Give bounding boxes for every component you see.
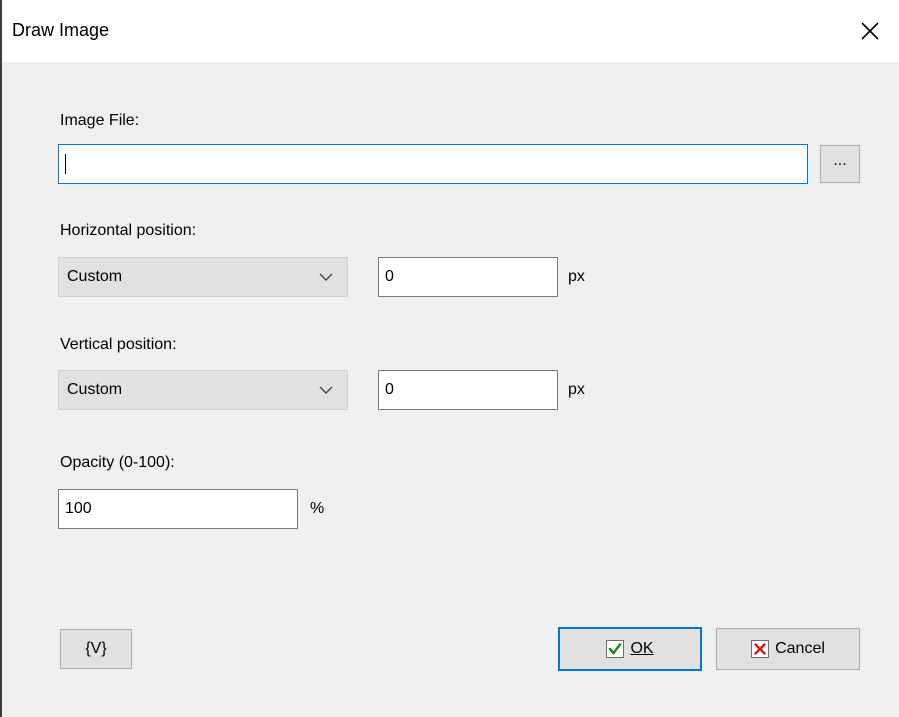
ok-label: OK — [630, 640, 654, 657]
cancel-label: Cancel — [775, 640, 825, 657]
variables-button[interactable]: {V} — [60, 629, 132, 669]
cancel-button[interactable]: Cancel — [716, 628, 860, 670]
horizontal-unit-label: px — [568, 268, 585, 285]
vertical-unit-label: px — [568, 381, 585, 398]
vertical-position-select[interactable]: Custom — [58, 370, 348, 410]
vertical-position-value: 0 — [385, 381, 394, 398]
window-title: Draw Image — [12, 20, 110, 40]
image-file-label: Image File: — [60, 112, 140, 129]
ok-button[interactable]: OK — [558, 627, 702, 671]
horizontal-position-value: 0 — [385, 268, 394, 285]
chevron-down-icon — [319, 273, 333, 281]
opacity-input[interactable]: 100 — [58, 489, 298, 529]
vertical-position-selected: Custom — [67, 381, 123, 398]
title-bar: Draw Image — [2, 0, 899, 62]
dialog-window: Draw Image Image File: ... Horizontal po… — [0, 0, 899, 717]
horizontal-position-select[interactable]: Custom — [58, 257, 348, 297]
opacity-unit-label: % — [310, 500, 325, 517]
browse-button[interactable]: ... — [820, 145, 860, 183]
text-caret — [65, 154, 66, 174]
cancel-x-icon — [751, 640, 770, 658]
opacity-value: 100 — [65, 500, 92, 517]
opacity-label: Opacity (0-100): — [60, 454, 175, 471]
horizontal-position-label: Horizontal position: — [60, 222, 197, 239]
checkmark-icon — [606, 640, 625, 658]
horizontal-position-selected: Custom — [67, 268, 123, 285]
vertical-position-label: Vertical position: — [60, 336, 177, 353]
chevron-down-icon — [319, 386, 333, 394]
close-icon — [861, 22, 879, 40]
vertical-position-input[interactable]: 0 — [378, 370, 558, 410]
image-file-input[interactable] — [58, 144, 808, 184]
close-button[interactable] — [841, 0, 899, 62]
horizontal-position-input[interactable]: 0 — [378, 257, 558, 297]
